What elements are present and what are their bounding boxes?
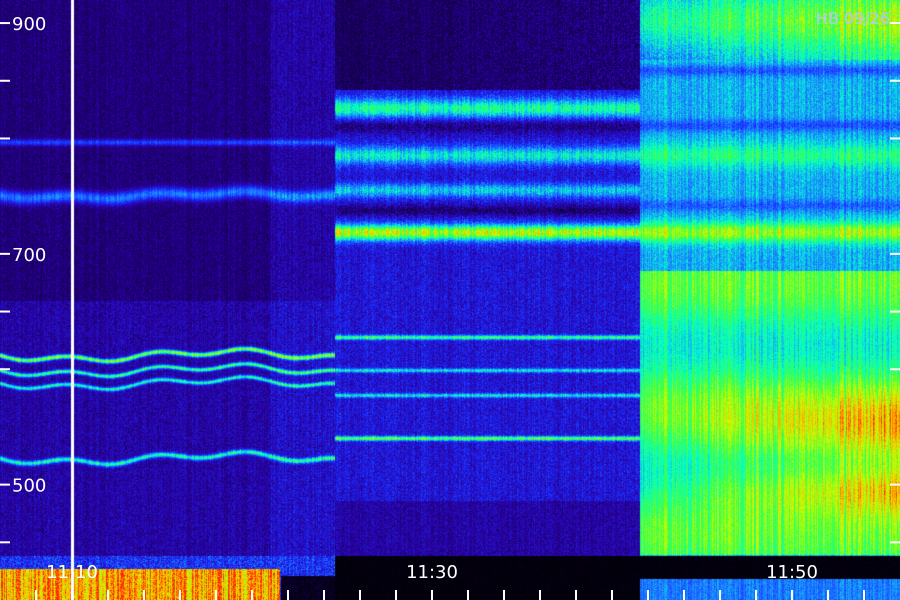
spectrogram-heatmap [0, 0, 900, 600]
